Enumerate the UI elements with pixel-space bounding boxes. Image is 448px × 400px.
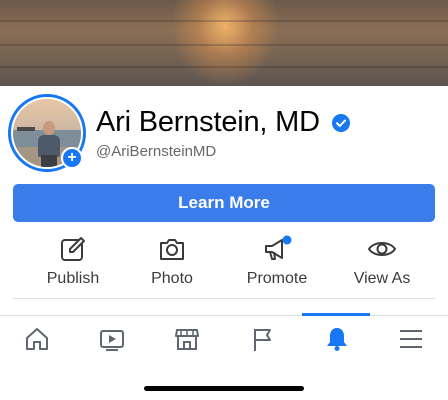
eye-icon <box>367 242 397 256</box>
camera-icon <box>160 239 184 260</box>
learn-more-button[interactable]: Learn More <box>13 184 435 222</box>
home-icon <box>26 328 48 350</box>
menu-icon <box>400 330 422 348</box>
notifications-bell-icon <box>327 328 347 351</box>
photo-pier <box>17 127 35 131</box>
cover-wave <box>0 20 448 22</box>
notification-dot <box>282 235 292 245</box>
view-as-button[interactable]: View As <box>326 228 438 298</box>
verified-badge-icon <box>332 113 351 132</box>
edit-icon <box>61 237 85 261</box>
publish-label: Publish <box>46 270 100 287</box>
photo-person-body <box>38 135 60 157</box>
promote-label: Promote <box>246 270 308 287</box>
home-indicator[interactable] <box>144 386 304 391</box>
photo-button[interactable]: Photo <box>116 228 228 298</box>
page-title-row: Ari Bernstein, MD <box>96 106 436 142</box>
tab-notifications[interactable] <box>300 316 374 364</box>
bottom-tab-bar <box>0 316 448 364</box>
tab-watch[interactable] <box>75 316 149 364</box>
action-bar: Publish Photo Promote View As <box>0 228 448 298</box>
cover-wave <box>0 66 448 68</box>
tab-marketplace[interactable] <box>150 316 224 364</box>
pages-flag-icon <box>254 329 271 351</box>
tab-pages[interactable] <box>225 316 299 364</box>
tab-home[interactable] <box>0 316 74 364</box>
profile-page: + Ari Bernstein, MD @AriBernsteinMD Lear… <box>0 0 448 400</box>
view-as-label: View As <box>353 270 411 287</box>
page-title: Ari Bernstein, MD <box>96 106 320 138</box>
add-photo-button[interactable]: + <box>61 147 83 169</box>
cover-photo[interactable] <box>0 0 448 86</box>
profile-header: + Ari Bernstein, MD @AriBernsteinMD <box>0 86 448 182</box>
megaphone-icon <box>265 235 292 260</box>
photo-person <box>43 121 55 135</box>
watch-icon <box>100 330 124 351</box>
sunset-reflection <box>170 0 280 86</box>
cover-wave <box>0 44 448 46</box>
publish-button[interactable]: Publish <box>17 228 129 298</box>
tab-menu[interactable] <box>374 316 448 364</box>
username-handle: @AriBernsteinMD <box>96 143 217 160</box>
photo-person-legs <box>41 155 57 167</box>
marketplace-icon <box>175 329 199 350</box>
section-divider <box>13 298 435 299</box>
promote-button[interactable]: Promote <box>221 228 333 298</box>
photo-label: Photo <box>151 270 193 287</box>
